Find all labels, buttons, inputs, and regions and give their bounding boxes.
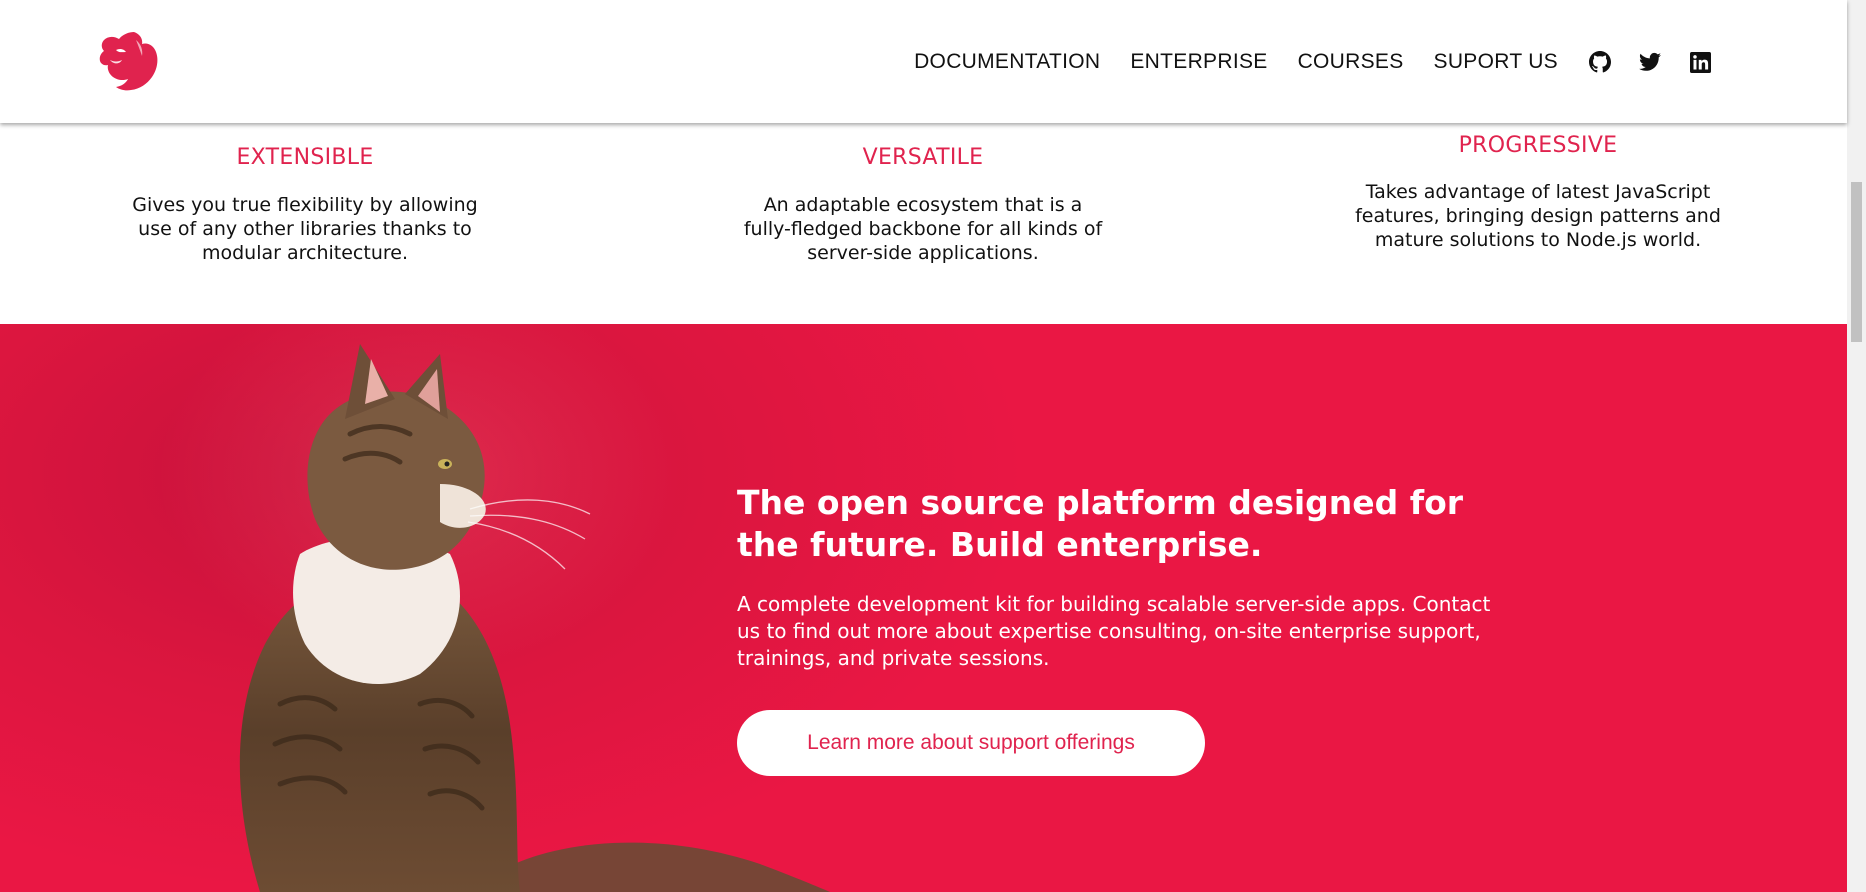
feature-title: VERSATILE [862, 145, 984, 170]
feature-title: PROGRESSIVE [1458, 133, 1618, 158]
hero-description: A complete development kit for building … [737, 592, 1491, 670]
feature-title: EXTENSIBLE [236, 145, 374, 170]
support-offerings-button[interactable]: Learn more about support offerings [737, 710, 1205, 776]
nav-enterprise[interactable]: ENTERPRISE [1130, 50, 1267, 74]
site-header: DOCUMENTATION ENTERPRISE COURSES SUPORT … [0, 0, 1847, 123]
scrollbar-thumb[interactable] [1851, 182, 1862, 342]
feature-description: Gives you true flexibility by allowing u… [132, 194, 478, 264]
cat-image [160, 324, 830, 892]
enterprise-hero: The open source platform designed for th… [0, 324, 1847, 892]
github-icon[interactable] [1588, 50, 1612, 74]
twitter-icon[interactable] [1638, 50, 1662, 74]
feature-extensible: EXTENSIBLE Gives you true flexibility by… [120, 145, 490, 265]
feature-versatile: VERSATILE An adaptable ecosystem that is… [738, 145, 1108, 265]
feature-description: An adaptable ecosystem that is a fully-f… [743, 194, 1103, 264]
nav-documentation[interactable]: DOCUMENTATION [914, 50, 1100, 74]
nav-support-us[interactable]: SUPORT US [1434, 50, 1558, 74]
main-nav: DOCUMENTATION ENTERPRISE COURSES SUPORT … [914, 44, 1712, 80]
hero-title: The open source platform designed for th… [737, 483, 1464, 564]
nestjs-logo-icon[interactable] [96, 30, 160, 92]
feature-progressive: PROGRESSIVE Takes advantage of latest Ja… [1353, 133, 1723, 252]
linkedin-icon[interactable] [1688, 50, 1712, 74]
feature-description: Takes advantage of latest JavaScript fea… [1355, 181, 1721, 251]
features-section: EXTENSIBLE Gives you true flexibility by… [0, 123, 1847, 324]
nav-courses[interactable]: COURSES [1298, 50, 1404, 74]
page-scrollbar[interactable] [1847, 0, 1866, 892]
